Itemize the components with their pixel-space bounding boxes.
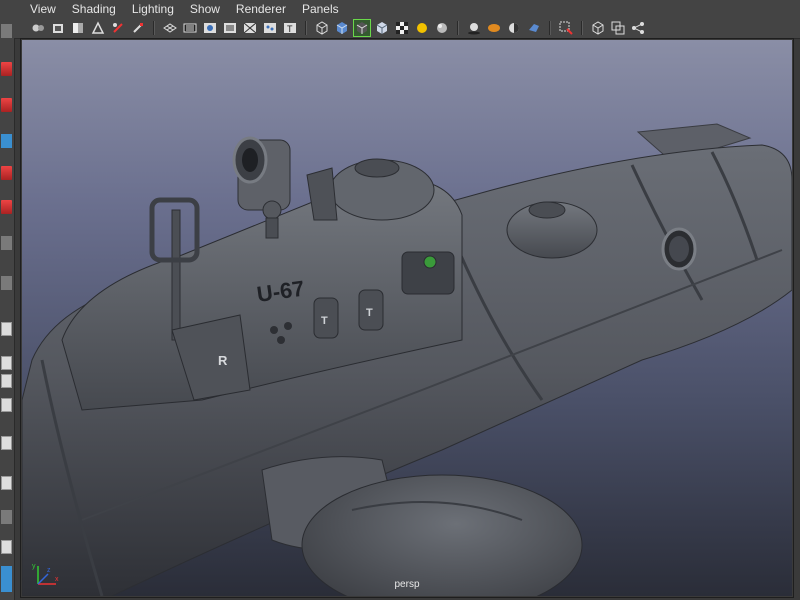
- custom-layout-icon[interactable]: [1, 540, 12, 554]
- isolate-select-icon[interactable]: [590, 20, 606, 36]
- single-pane-layout-icon[interactable]: [1, 322, 12, 336]
- svg-text:T: T: [287, 24, 293, 34]
- wireframe-on-shaded-icon[interactable]: [130, 20, 146, 36]
- grid-icon[interactable]: [162, 20, 178, 36]
- four-pane-layout-icon[interactable]: [1, 356, 12, 370]
- safe-title-icon[interactable]: [262, 20, 278, 36]
- rotate-tool-icon[interactable]: [1, 166, 12, 180]
- move-tool-icon[interactable]: [1, 134, 12, 148]
- camera-attributes-icon[interactable]: [50, 20, 66, 36]
- last-tool-icon[interactable]: [1, 276, 12, 290]
- hypershade-layout-icon[interactable]: [1, 510, 12, 524]
- manipulator-tool-icon[interactable]: [1, 236, 12, 250]
- grease-pencil-icon[interactable]: [110, 20, 126, 36]
- field-chart-icon[interactable]: [242, 20, 258, 36]
- hatch-letter-t1: T: [321, 315, 328, 327]
- resolution-gate-icon[interactable]: [202, 20, 218, 36]
- panel-menu-bar: View Shading Lighting Show Renderer Pane…: [14, 0, 800, 18]
- outliner-layout-icon[interactable]: [1, 476, 12, 490]
- scale-tool-icon[interactable]: [1, 200, 12, 214]
- hatch-letter-t2: T: [366, 307, 373, 319]
- axis-label-z: z: [47, 567, 51, 574]
- wireframe-icon[interactable]: [314, 20, 330, 36]
- camera-label: persp: [394, 579, 420, 590]
- menu-renderer[interactable]: Renderer: [228, 2, 294, 16]
- menu-shading[interactable]: Shading: [64, 2, 124, 16]
- side-by-side-layout-icon[interactable]: [1, 374, 12, 388]
- app-logo-icon: [1, 566, 12, 592]
- shadows-icon[interactable]: [466, 20, 482, 36]
- antialias-icon[interactable]: [526, 20, 542, 36]
- menu-view[interactable]: View: [14, 2, 64, 16]
- xray-icon[interactable]: [610, 20, 626, 36]
- lasso-tool-icon[interactable]: [1, 62, 12, 76]
- bookmark-icon[interactable]: [70, 20, 86, 36]
- default-lighting-icon[interactable]: [414, 20, 430, 36]
- checker-texture-icon[interactable]: [394, 20, 410, 36]
- hatch-letter-r: R: [218, 353, 228, 368]
- smooth-shade-icon[interactable]: [334, 20, 350, 36]
- tool-strip: [0, 0, 15, 600]
- gate-mask-icon[interactable]: [222, 20, 238, 36]
- menu-show[interactable]: Show: [182, 2, 228, 16]
- wireframe-on-shaded-toggle-icon[interactable]: [353, 19, 371, 37]
- stacked-layout-icon[interactable]: [1, 398, 12, 412]
- ambient-occlusion-icon[interactable]: [486, 20, 502, 36]
- paint-select-tool-icon[interactable]: [1, 98, 12, 112]
- all-lights-icon[interactable]: [434, 20, 450, 36]
- film-gate-icon[interactable]: [182, 20, 198, 36]
- submarine-model: R T T U-67: [22, 123, 792, 596]
- menu-lighting[interactable]: Lighting: [124, 2, 182, 16]
- safe-action-icon[interactable]: T: [282, 20, 298, 36]
- camera-select-icon[interactable]: [30, 20, 46, 36]
- motion-blur-icon[interactable]: [506, 20, 522, 36]
- perspective-viewport[interactable]: R T T U-67 x y z persp: [22, 40, 792, 596]
- menu-panels[interactable]: Panels: [294, 2, 347, 16]
- axis-label-y: y: [32, 563, 36, 570]
- select-tool-icon[interactable]: [1, 24, 12, 38]
- panel-toolbar: T: [14, 18, 800, 39]
- textured-icon[interactable]: [374, 20, 390, 36]
- select-camera-icon[interactable]: [558, 20, 574, 36]
- node-editor-icon[interactable]: [630, 20, 646, 36]
- persp-graph-layout-icon[interactable]: [1, 436, 12, 450]
- image-plane-icon[interactable]: [90, 20, 106, 36]
